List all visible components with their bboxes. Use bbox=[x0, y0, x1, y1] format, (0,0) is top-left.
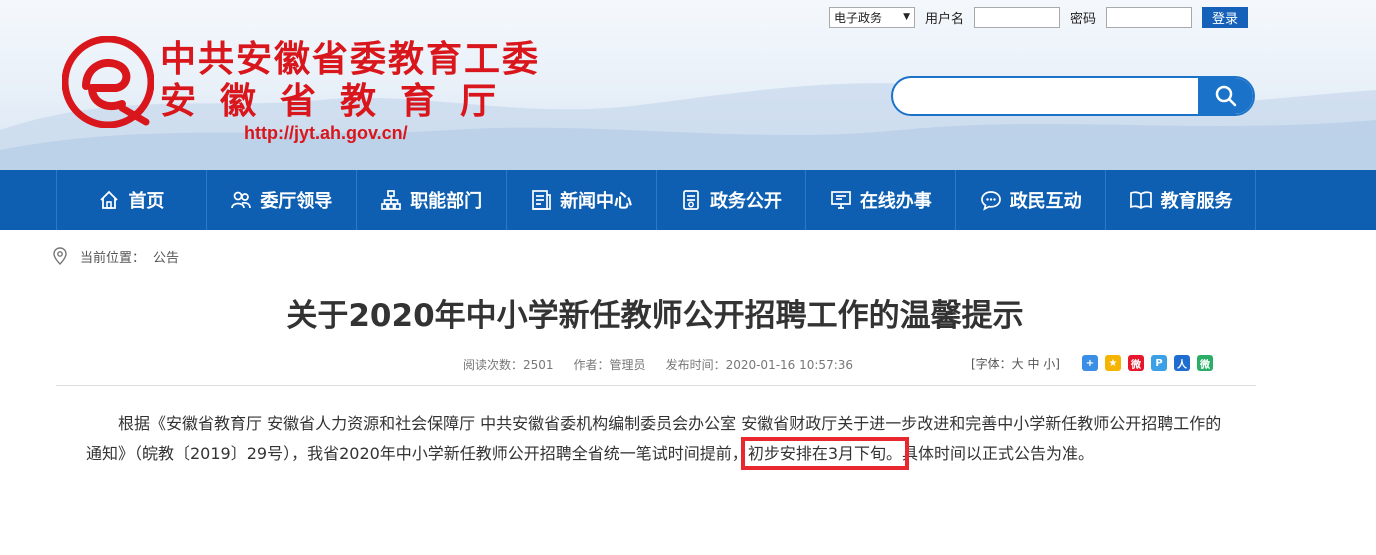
leaders-icon bbox=[231, 191, 252, 209]
main-nav: 首页 委厅领导 职能部门 新闻中心 政务公开 在线办事 政民互动 教育服务 bbox=[0, 170, 1376, 230]
tencent-weibo-icon[interactable]: P bbox=[1151, 355, 1167, 371]
chevron-down-icon: ▼ bbox=[903, 12, 910, 22]
divider bbox=[56, 385, 1256, 386]
qzone-icon[interactable]: ★ bbox=[1105, 355, 1121, 371]
nav-item-label: 首页 bbox=[128, 191, 165, 212]
author: 作者：管理员 bbox=[573, 358, 646, 372]
article-body-highlight: 初步安排在3月下旬。 bbox=[740, 437, 910, 470]
password-field[interactable] bbox=[1106, 6, 1193, 28]
book-icon bbox=[1129, 191, 1152, 210]
renren-icon[interactable]: 人 bbox=[1174, 355, 1190, 371]
system-select[interactable]: 电子政务 ▼ bbox=[829, 6, 915, 28]
nav-item-label: 委厅领导 bbox=[260, 191, 333, 212]
nav-item-edu-service[interactable]: 教育服务 bbox=[1105, 170, 1256, 230]
chat-icon bbox=[980, 191, 1001, 211]
username-label: 用户名 bbox=[925, 11, 965, 27]
publish-time: 发布时间：2020-01-16 10:57:36 bbox=[665, 358, 854, 372]
nav-item-label: 政务公开 bbox=[709, 191, 782, 212]
share-icons: + ★ 微 P 人 微 bbox=[1082, 355, 1220, 371]
nav-item-gov-affairs[interactable]: 政务公开 bbox=[655, 170, 806, 230]
username-field[interactable] bbox=[974, 6, 1061, 28]
breadcrumb: 当前位置： 公告 bbox=[52, 246, 179, 266]
nav-item-departments[interactable]: 职能部门 bbox=[355, 170, 506, 230]
news-icon bbox=[532, 190, 551, 210]
share-plus-icon[interactable]: + bbox=[1082, 355, 1098, 371]
e-logo-icon bbox=[62, 36, 154, 128]
password-label: 密码 bbox=[1070, 11, 1097, 27]
nav-item-home[interactable]: 首页 bbox=[56, 170, 206, 230]
article-body-part2: 具体时间以正式公告为准。 bbox=[902, 444, 1095, 463]
site-header: 中共安徽省委教育工委 安徽省教育厅 http://jyt.ah.gov.cn/ … bbox=[0, 0, 1376, 170]
article-title: 关于2020年中小学新任教师公开招聘工作的温馨提示 bbox=[286, 298, 1024, 334]
search-button[interactable] bbox=[1198, 78, 1253, 114]
nav-item-label: 在线办事 bbox=[859, 191, 932, 212]
monitor-icon bbox=[830, 191, 851, 209]
view-count: 阅读次数：2501 bbox=[463, 358, 554, 372]
article-meta: 阅读次数：2501 作者：管理员 发布时间：2020-01-16 10:57:3… bbox=[463, 356, 873, 373]
location-pin-icon bbox=[53, 247, 67, 265]
login-button[interactable]: 登录 bbox=[1202, 6, 1249, 28]
font-size-control[interactable]: [字体：大 中 小] bbox=[971, 355, 1060, 372]
site-url: http://jyt.ah.gov.cn/ bbox=[244, 123, 408, 143]
org-name-line2: 安徽省教育厅 bbox=[160, 81, 521, 122]
breadcrumb-label: 当前位置： bbox=[80, 250, 146, 266]
search-input[interactable] bbox=[893, 78, 1198, 114]
org-chart-icon bbox=[381, 190, 402, 210]
search-box bbox=[891, 76, 1255, 116]
search-icon bbox=[1215, 85, 1236, 107]
nav-item-news[interactable]: 新闻中心 bbox=[505, 170, 656, 230]
login-bar: 电子政务 ▼ 用户名 密码 登录 bbox=[829, 6, 1249, 28]
nav-item-interaction[interactable]: 政民互动 bbox=[955, 170, 1105, 230]
wechat-icon[interactable]: 微 bbox=[1197, 355, 1213, 371]
document-icon bbox=[683, 190, 699, 210]
nav-item-leaders[interactable]: 委厅领导 bbox=[205, 170, 356, 230]
home-icon bbox=[100, 190, 119, 209]
article-body: 根据《安徽省教育厅 安徽省人力资源和社会保障厅 中共安徽省委机构编制委员会办公室… bbox=[86, 409, 1226, 470]
nav-item-label: 教育服务 bbox=[1160, 191, 1233, 212]
nav-item-label: 新闻中心 bbox=[560, 191, 633, 212]
nav-item-online-service[interactable]: 在线办事 bbox=[805, 170, 955, 230]
org-name-line1: 中共安徽省委教育工委 bbox=[160, 39, 541, 80]
nav-item-label: 政民互动 bbox=[1009, 191, 1082, 212]
system-select-value: 电子政务 bbox=[834, 10, 883, 25]
nav-item-label: 职能部门 bbox=[410, 191, 483, 212]
breadcrumb-current[interactable]: 公告 bbox=[153, 247, 179, 266]
weibo-icon[interactable]: 微 bbox=[1128, 355, 1144, 371]
